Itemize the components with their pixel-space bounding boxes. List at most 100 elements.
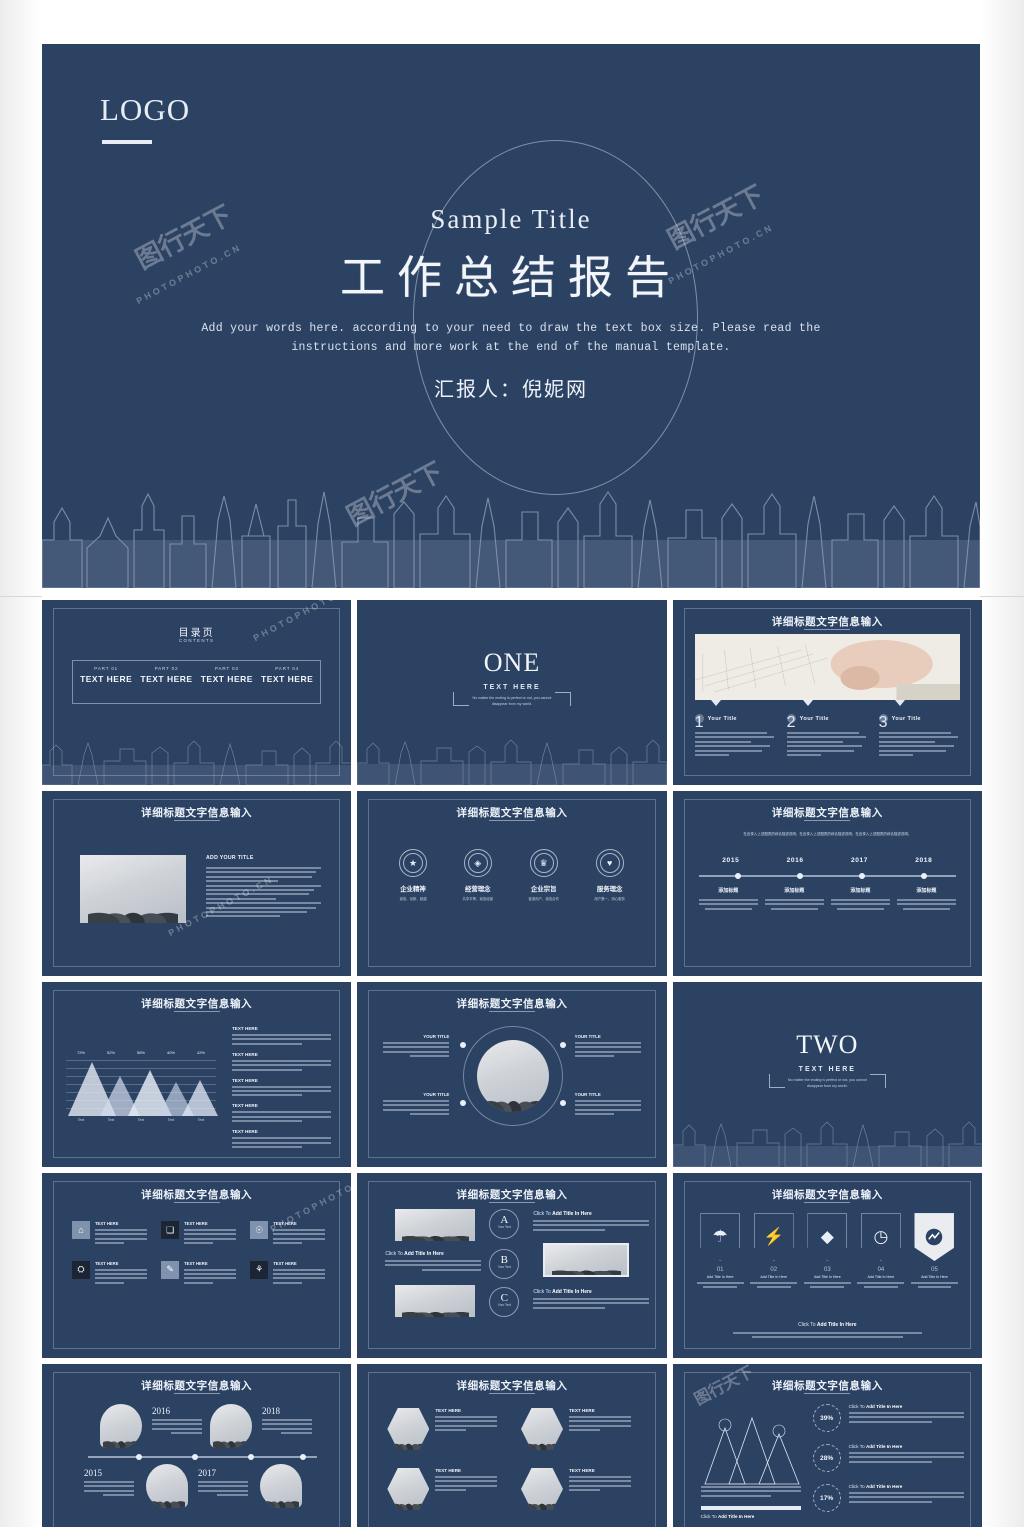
icon-item[interactable]: ❏ TEXT HERE [161, 1221, 240, 1247]
hero-slide[interactable]: LOGO Sample Title 工作总结报告 Add your words … [42, 44, 980, 588]
timeline-entry[interactable]: 2015 [84, 1468, 134, 1499]
shield-item[interactable]: ◷ 04 Add Title In Here [857, 1213, 905, 1289]
chart-caption[interactable]: Click To Add Title In Here [701, 1514, 755, 1519]
title-bold: Add Title In Here [552, 1289, 592, 1295]
slide-thumb-triangle-chart[interactable]: 详细标题文字信息输入 72% 52% 58% 40% 42% Text Text… [42, 982, 352, 1167]
body-lines [830, 899, 890, 910]
chart-up-icon-glyph [926, 1228, 943, 1246]
value-item[interactable]: ♥ 服务理念 用户第一、用心服务 [594, 849, 625, 901]
title-underline [173, 820, 220, 821]
shield-item[interactable]: ☂ 01 Add Title In Here [696, 1213, 744, 1289]
outline-triangles [704, 1416, 800, 1485]
slide-thumb-photo-text[interactable]: 详细标题文字信息输入 ADD YOUR TITLE PHOTOPHOTO.CN [42, 791, 352, 976]
slide-thumb-five-shields[interactable]: 详细标题文字信息输入 ☂ 01 Add Title In Here ⚡ 02 A… [672, 1173, 982, 1358]
slide-thumb-contents[interactable]: 目录页 CONTENTS PART 01 TEXT HERE PART 02 T… [42, 600, 352, 785]
icon-item[interactable]: ⚘ TEXT HERE [250, 1260, 329, 1287]
slide-title: 详细标题文字信息输入 [771, 616, 883, 628]
slide-title: 详细标题文字信息输入 [456, 1380, 568, 1392]
percent-row[interactable]: 39% Click To Add Title In Here [812, 1404, 964, 1432]
slide-thumb-section-two[interactable]: TWO TEXT HERE No matter the ending is pe… [672, 982, 982, 1167]
category-label: Text [167, 1118, 175, 1122]
title-underline [173, 1011, 220, 1012]
timeline-item[interactable]: 添加标题 [764, 887, 824, 910]
contents-part[interactable]: PART 03 TEXT HERE [201, 666, 253, 684]
title-bold: Add Title In Here [552, 1211, 592, 1217]
title-underline [804, 820, 851, 821]
circle-text-item[interactable]: YOUR TITLE [383, 1092, 450, 1118]
icon-item[interactable]: ✎ TEXT HERE [161, 1260, 240, 1287]
hexagon-photo [387, 1408, 430, 1450]
icon-item[interactable]: ☉ TEXT HERE [250, 1221, 329, 1247]
keyboard-photo [694, 634, 960, 700]
slide-thumb-six-icons[interactable]: 详细标题文字信息输入 ⌂ TEXT HERE ❏ TEXT HERE ☉ TEX… [42, 1173, 352, 1358]
slide-thumb-keyboard[interactable]: 详细标题文字信息输入 1 Your Title 2 Your Title 3 Y… [672, 600, 982, 785]
hexagon-item[interactable]: TEXT HERE [387, 1408, 509, 1450]
value-item[interactable]: ♛ 企业宗旨 客造用户、诚信合作 [528, 849, 559, 901]
photo-caption: ADD YOUR TITLE [206, 855, 254, 861]
body-lines [385, 1260, 482, 1271]
chart-bullet[interactable]: TEXT HERE [232, 1052, 332, 1071]
contents-part[interactable]: PART 01 TEXT HERE [80, 666, 132, 684]
value-item[interactable]: ★ 企业精神 诚信、创新、超越 [399, 849, 428, 901]
chart-bullet[interactable]: TEXT HERE [232, 1026, 332, 1045]
timeline-item[interactable]: 添加标题 [896, 887, 956, 910]
value-item[interactable]: ◈ 经营理念 共享平等、诚信经营 [462, 849, 493, 901]
slide-thumb-year-timeline[interactable]: 详细标题文字信息输入 在此录入上述图表的综合描述说明，在此录入上述图表的综合描述… [672, 791, 982, 976]
title-underline [488, 1011, 535, 1012]
slide-thumb-hexagon-photos[interactable]: 详细标题文字信息输入 TEXT HERE TEXT HERE TEXT HERE [357, 1364, 667, 1527]
row-text[interactable]: Click To Add Title In Here [385, 1251, 482, 1273]
chart-bullet[interactable]: TEXT HERE [232, 1078, 332, 1097]
title-underline [488, 1393, 535, 1394]
timeline-item[interactable]: 添加标题 [698, 887, 758, 910]
slide-thumb-photo-timeline[interactable]: 详细标题文字信息输入 2016 2018 2015 2017 [42, 1364, 352, 1527]
percent-row[interactable]: 17% Click To Add Title In Here [812, 1484, 964, 1512]
title-prefix: Click To [533, 1289, 553, 1295]
value-sub: 用户第一、用心服务 [594, 897, 625, 901]
contents-part[interactable]: PART 02 TEXT HERE [140, 666, 192, 684]
hexagon-item[interactable]: TEXT HERE [520, 1468, 643, 1510]
body-lines [848, 1412, 964, 1423]
bracket-left [768, 1074, 785, 1088]
timeline-entry[interactable]: 2016 [152, 1406, 202, 1437]
timeline-entry[interactable]: 2018 [262, 1406, 312, 1437]
row-title: Click To Add Title In Here [849, 1484, 964, 1489]
percent-row[interactable]: 28% Click To Add Title In Here [812, 1444, 964, 1472]
shield-footer[interactable]: Click To Add Title In Here [732, 1322, 922, 1338]
chart-bullet[interactable]: TEXT HERE [232, 1129, 332, 1148]
hexagon-item[interactable]: TEXT HERE [520, 1408, 643, 1450]
slide-thumb-abc-zigzag[interactable]: 详细标题文字信息输入 A Your Text Click To Add Titl… [357, 1173, 667, 1358]
body-lines [232, 1085, 332, 1097]
slide-title: 详细标题文字信息输入 [141, 998, 253, 1010]
row-text[interactable]: Click To Add Title In Here [533, 1211, 649, 1233]
row-text[interactable]: Click To Add Title In Here [533, 1289, 649, 1311]
keyboard-column[interactable]: 3 Your Title [878, 710, 965, 758]
slide-border [683, 799, 971, 967]
chart-bullet[interactable]: TEXT HERE [232, 1103, 332, 1123]
body-lines [574, 1042, 641, 1058]
percent-ring: 39% [812, 1404, 841, 1432]
circle-text-item[interactable]: YOUR TITLE [574, 1034, 641, 1060]
body-lines [568, 1416, 631, 1432]
circle-text-item[interactable]: YOUR TITLE [574, 1092, 641, 1118]
keyboard-column[interactable]: 2 Your Title [786, 710, 873, 758]
circle-text-item[interactable]: YOUR TITLE [383, 1034, 450, 1060]
body-lines [786, 732, 873, 756]
section-sub: TEXT HERE [798, 1066, 856, 1073]
timeline-entry[interactable]: 2017 [198, 1468, 248, 1499]
icon-item[interactable]: ⌂ TEXT HERE [72, 1221, 151, 1247]
bracket-right [870, 1074, 886, 1088]
icon-item[interactable]: ⛭ TEXT HERE [72, 1260, 151, 1287]
keyboard-column[interactable]: 1 Your Title [694, 710, 781, 758]
slide-thumb-percent-chart[interactable]: 详细标题文字信息输入 Click To Add Title In Here 39… [672, 1364, 982, 1527]
slide-title: 详细标题文字信息输入 [141, 1189, 253, 1201]
slide-thumb-circle-photo[interactable]: 详细标题文字信息输入 YOUR TITLE YOUR TITLE YOUR TI… [357, 982, 667, 1167]
timeline-item[interactable]: 添加标题 [830, 887, 890, 910]
contents-part[interactable]: PART 04 TEXT HERE [261, 666, 313, 684]
shield-item[interactable]: 05 Add Title In Here [910, 1213, 958, 1289]
shield-item[interactable]: ◆ 03 Add Title In Here [803, 1213, 851, 1289]
hexagon-item[interactable]: TEXT HERE [387, 1468, 509, 1510]
shield-item[interactable]: ⚡ 02 Add Title In Here [750, 1213, 798, 1289]
pointer-triangle [802, 700, 813, 706]
slide-thumb-four-values[interactable]: 详细标题文字信息输入 ★ 企业精神 诚信、创新、超越 ◈ 经营理念 共享平等、诚… [357, 791, 667, 976]
slide-thumb-section-one[interactable]: ONE TEXT HERE No matter the ending is pe… [357, 600, 667, 785]
